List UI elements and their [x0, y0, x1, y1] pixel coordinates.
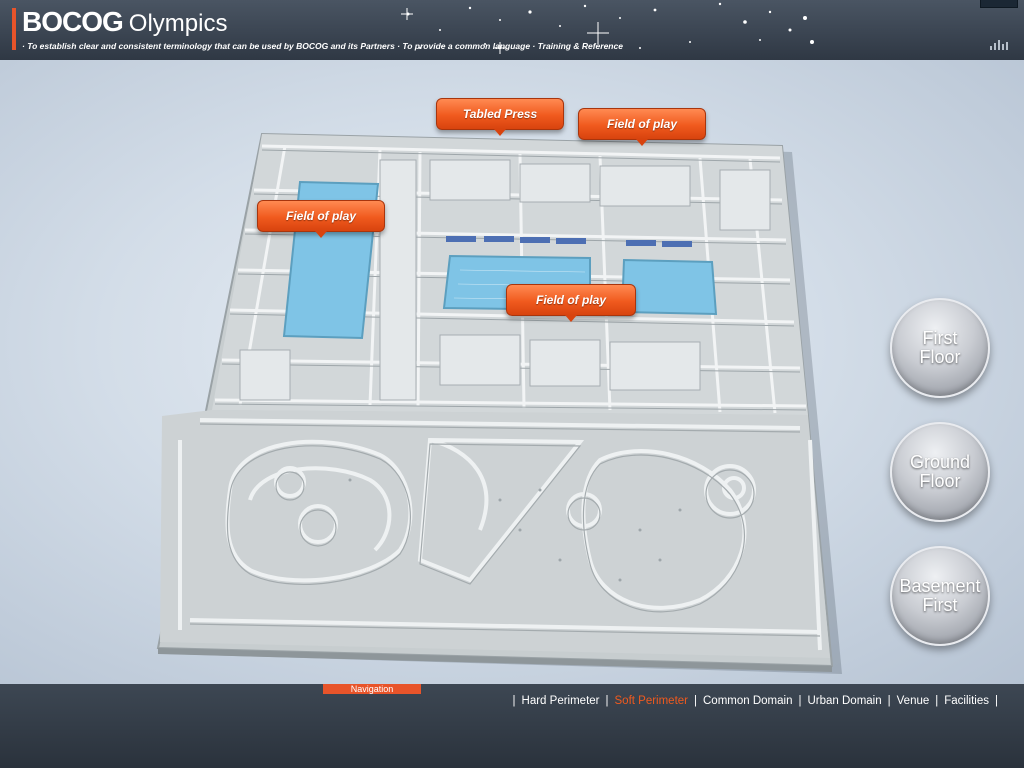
link-facilities[interactable]: Facilities [944, 695, 989, 707]
brand-name: BOCOG [22, 6, 124, 37]
callout-field-of-play-top[interactable]: Field of play [578, 108, 706, 146]
ground-floor-line1: Ground [909, 452, 971, 472]
callout-field-of-play-center[interactable]: Field of play [506, 284, 636, 322]
window-corner-box [980, 0, 1018, 8]
ground-floor-line2: Floor [919, 471, 961, 491]
separator: | [935, 695, 939, 707]
link-hard-perimeter[interactable]: Hard Perimeter [522, 695, 600, 707]
app-title: BOCOG Olympics [22, 6, 227, 38]
basement-first-label: Basement First [895, 577, 985, 615]
separator: | [605, 695, 609, 707]
separator: | [995, 695, 998, 707]
brand-accent-bar [12, 8, 16, 50]
callout-field-of-play-left[interactable]: Field of play [257, 200, 385, 238]
callout-tabled-press[interactable]: Tabled Press [436, 98, 564, 136]
separator: | [887, 695, 891, 707]
app-header: BOCOG Olympics · To establish clear and c… [0, 0, 1024, 60]
ground-floor-label: Ground Floor [895, 453, 985, 491]
section-links: | Hard Perimeter | Soft Perimeter | Comm… [507, 695, 1004, 707]
venue-map-stage: Tabled Press Field of play Field of play… [0, 60, 1024, 684]
separator: | [798, 695, 802, 707]
first-floor-label: First Floor [895, 329, 985, 367]
link-soft-perimeter[interactable]: Soft Perimeter [615, 695, 689, 707]
navigation-tab[interactable]: Navigation [323, 684, 421, 694]
basement-first-button[interactable]: Basement First [890, 546, 990, 646]
ground-floor-button[interactable]: Ground Floor [890, 422, 990, 522]
separator: | [512, 695, 516, 707]
link-common-domain[interactable]: Common Domain [703, 695, 792, 707]
brand-subtitle: Olympics [128, 10, 228, 37]
footer-nav: Navigation | Hard Perimeter | Soft Perim… [0, 684, 1024, 768]
first-floor-line2: Floor [919, 347, 961, 367]
link-urban-domain[interactable]: Urban Domain [807, 695, 881, 707]
sound-bars-icon[interactable] [990, 40, 1008, 50]
venue-floorplan[interactable] [0, 60, 1024, 684]
link-venue[interactable]: Venue [897, 695, 930, 707]
first-floor-button[interactable]: First Floor [890, 298, 990, 398]
first-floor-line1: First [922, 328, 958, 348]
tagline: · To establish clear and consistent term… [22, 41, 623, 51]
basement-first-line1: Basement [899, 576, 981, 596]
separator: | [694, 695, 697, 707]
basement-first-line2: First [922, 595, 958, 615]
